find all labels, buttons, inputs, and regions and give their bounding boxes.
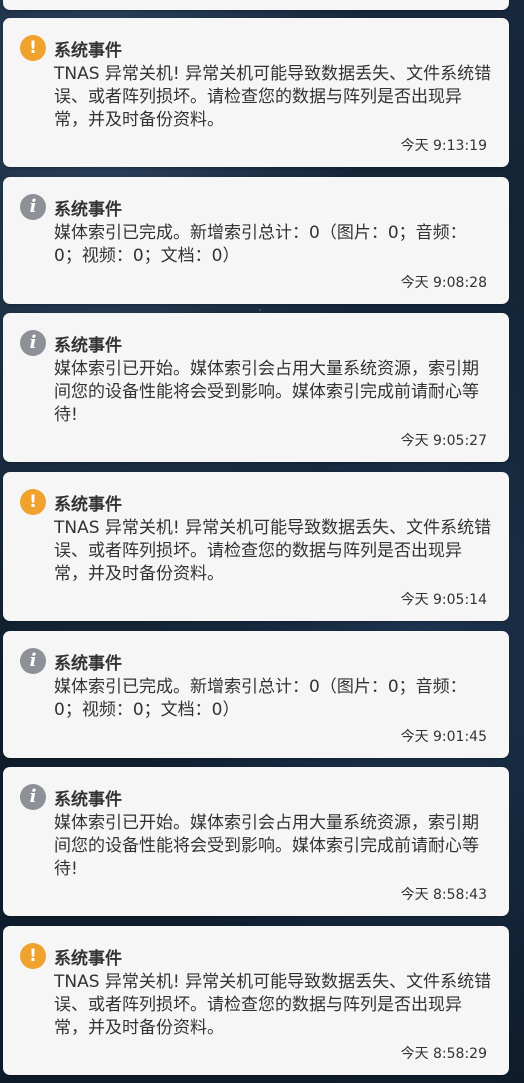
notification-title: 系统事件 bbox=[54, 41, 122, 61]
notification-time: 今天 9:05:27 bbox=[400, 433, 487, 449]
notification-time: 今天 9:05:14 bbox=[400, 592, 487, 608]
notification-card-partial[interactable] bbox=[3, 0, 509, 10]
notification-title: 系统事件 bbox=[54, 336, 122, 356]
notification-card[interactable]: ! 系统事件 TNAS 异常关机! 异常关机可能导致数据丢失、文件系统错误、或者… bbox=[3, 926, 509, 1075]
notification-title: 系统事件 bbox=[54, 790, 122, 810]
notification-time: 今天 9:13:19 bbox=[400, 138, 487, 154]
notification-time: 今天 9:08:28 bbox=[400, 275, 487, 291]
notification-card[interactable]: i 系统事件 媒体索引已开始。媒体索引会占用大量系统资源，索引期间您的设备性能将… bbox=[3, 767, 509, 916]
info-icon: i bbox=[20, 194, 46, 220]
notification-time: 今天 9:01:45 bbox=[400, 729, 487, 745]
notification-time: 今天 8:58:29 bbox=[400, 1046, 487, 1062]
notification-message: 媒体索引已开始。媒体索引会占用大量系统资源，索引期间您的设备性能将会受到影响。媒… bbox=[54, 359, 479, 425]
exclamation-icon: ! bbox=[20, 35, 46, 61]
notification-message: 媒体索引已完成。新增索引总计：0（图片：0；音频：0；视频：0；文档：0） bbox=[54, 223, 467, 266]
notification-title: 系统事件 bbox=[54, 949, 122, 969]
notification-card[interactable]: ! 系统事件 TNAS 异常关机! 异常关机可能导致数据丢失、文件系统错误、或者… bbox=[3, 18, 509, 167]
notification-card[interactable]: i 系统事件 媒体索引已开始。媒体索引会占用大量系统资源，索引期间您的设备性能将… bbox=[3, 313, 509, 462]
notification-card[interactable]: i 系统事件 媒体索引已完成。新增索引总计：0（图片：0；音频：0；视频：0；文… bbox=[3, 631, 509, 758]
notification-message: TNAS 异常关机! 异常关机可能导致数据丢失、文件系统错误、或者阵列损坏。请检… bbox=[54, 518, 492, 584]
info-icon: i bbox=[20, 330, 46, 356]
notification-card[interactable]: i 系统事件 媒体索引已完成。新增索引总计：0（图片：0；音频：0；视频：0；文… bbox=[3, 177, 509, 304]
info-icon: i bbox=[20, 784, 46, 810]
notification-message: TNAS 异常关机! 异常关机可能导致数据丢失、文件系统错误、或者阵列损坏。请检… bbox=[54, 972, 492, 1038]
exclamation-icon: ! bbox=[20, 489, 46, 515]
notification-message: TNAS 异常关机! 异常关机可能导致数据丢失、文件系统错误、或者阵列损坏。请检… bbox=[54, 64, 492, 130]
info-icon: i bbox=[20, 648, 46, 674]
notification-message: 媒体索引已开始。媒体索引会占用大量系统资源，索引期间您的设备性能将会受到影响。媒… bbox=[54, 813, 479, 879]
notification-title: 系统事件 bbox=[54, 200, 122, 220]
exclamation-icon: ! bbox=[20, 943, 46, 969]
notification-title: 系统事件 bbox=[54, 654, 122, 674]
notification-title: 系统事件 bbox=[54, 495, 122, 515]
notification-time: 今天 8:58:43 bbox=[400, 887, 487, 903]
notification-card[interactable]: ! 系统事件 TNAS 异常关机! 异常关机可能导致数据丢失、文件系统错误、或者… bbox=[3, 472, 509, 621]
notification-message: 媒体索引已完成。新增索引总计：0（图片：0；音频：0；视频：0；文档：0） bbox=[54, 677, 467, 720]
